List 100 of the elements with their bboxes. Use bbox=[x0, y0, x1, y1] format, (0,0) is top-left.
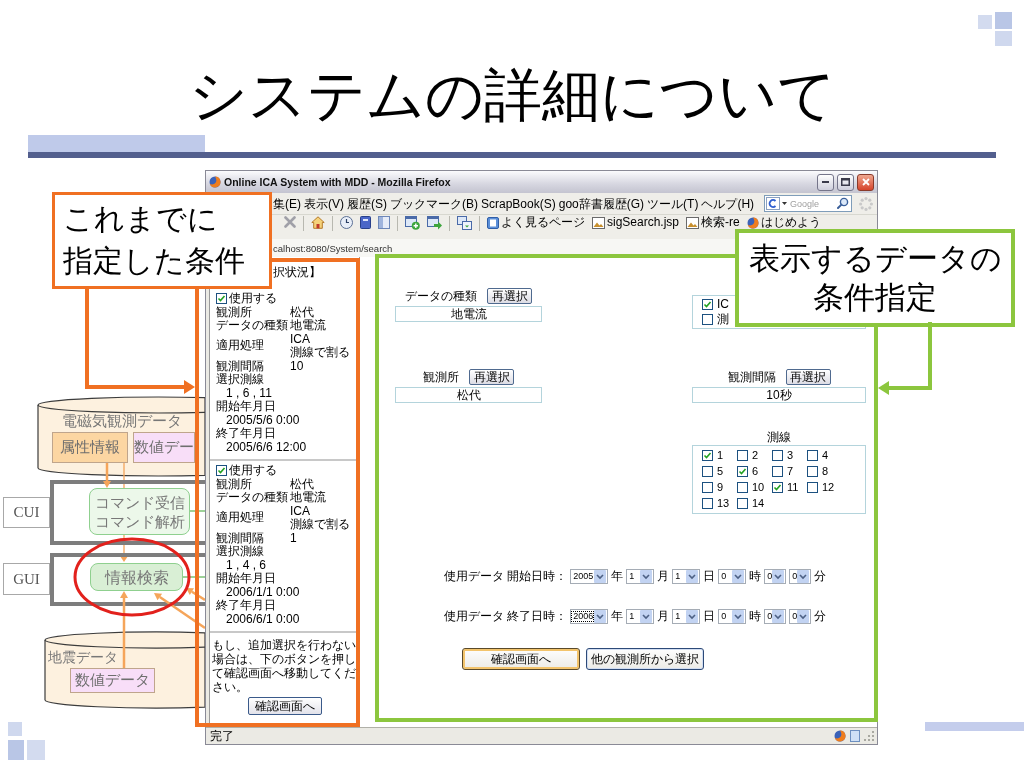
reselect-button[interactable]: 再選択 bbox=[469, 369, 514, 385]
field-value: ICA bbox=[290, 332, 311, 346]
select-field[interactable]: 0 bbox=[764, 608, 787, 624]
checkbox[interactable] bbox=[737, 450, 748, 461]
window-plus-icon[interactable] bbox=[405, 216, 420, 230]
menu-item[interactable]: 集(E) bbox=[273, 196, 301, 211]
module-block: コマンド受信コマンド解析 bbox=[89, 488, 190, 535]
minimize-button[interactable] bbox=[817, 173, 834, 191]
checkbox-label: 使用する bbox=[229, 464, 277, 478]
spinner-icon bbox=[859, 196, 873, 211]
checkbox[interactable] bbox=[807, 466, 818, 477]
unit-label: 分 bbox=[814, 607, 827, 625]
select-field[interactable]: 0 bbox=[718, 608, 747, 624]
checkbox-label: 9 bbox=[717, 480, 724, 495]
book-icon[interactable] bbox=[360, 216, 371, 229]
select-field[interactable]: 2006 bbox=[570, 608, 609, 624]
checkbox[interactable] bbox=[772, 482, 783, 493]
unit-label: 時 bbox=[749, 607, 762, 625]
select-field[interactable]: 0 bbox=[718, 568, 747, 584]
select-field[interactable]: 2005 bbox=[570, 568, 609, 584]
resize-grip-icon[interactable] bbox=[864, 731, 874, 741]
checkbox[interactable] bbox=[772, 450, 783, 461]
field-label: 適用処理 bbox=[216, 511, 265, 525]
select-field[interactable]: 0 bbox=[789, 568, 812, 584]
menu-item[interactable]: ブックマーク(B) bbox=[390, 196, 478, 211]
field-value: 2005/6/6 12:00 bbox=[226, 439, 307, 454]
field-label: データの種類 bbox=[216, 491, 289, 505]
menu-item[interactable]: ツール(T) bbox=[647, 196, 699, 211]
field-label: 選択測線 bbox=[216, 544, 264, 558]
checkbox-label: 2 bbox=[752, 448, 759, 463]
checkbox[interactable] bbox=[807, 450, 818, 461]
field-label: 観測間隔 bbox=[727, 368, 776, 386]
maximize-icon bbox=[841, 178, 850, 186]
field-value: 1 , 6 , 11 bbox=[226, 385, 272, 400]
checkbox[interactable] bbox=[216, 465, 227, 477]
bookmark-item[interactable]: 検索-re bbox=[686, 216, 740, 229]
bookmark-item[interactable]: sigSearch.jsp bbox=[592, 216, 680, 229]
checkbox[interactable] bbox=[807, 482, 818, 493]
confirm-button[interactable]: 確認画面へ bbox=[247, 697, 322, 715]
search-icon[interactable] bbox=[837, 197, 849, 209]
checkbox[interactable] bbox=[216, 293, 227, 305]
panel-icon[interactable] bbox=[378, 216, 390, 229]
select-field[interactable]: 1 bbox=[672, 568, 701, 584]
checkbox[interactable] bbox=[737, 466, 748, 477]
reselect-button[interactable]: 再選択 bbox=[785, 369, 831, 385]
select-field[interactable]: 0 bbox=[764, 568, 787, 584]
bookmark-item[interactable]: よく見るページ bbox=[487, 216, 585, 229]
field-label: 適用処理 bbox=[216, 339, 265, 353]
checkbox[interactable] bbox=[702, 450, 713, 461]
close-icon bbox=[861, 178, 870, 186]
panel-heading: 択状況】 bbox=[273, 265, 321, 279]
checkbox-label: 12 bbox=[822, 480, 835, 495]
menu-item[interactable]: goo辞書履歴(G) bbox=[558, 196, 645, 211]
menu-item[interactable]: 表示(V) bbox=[304, 196, 344, 211]
picture-icon bbox=[592, 216, 605, 229]
value-display: 地電流 bbox=[395, 306, 542, 322]
value-display: 10秒 bbox=[692, 387, 866, 403]
field-label: データの種類 bbox=[405, 287, 477, 305]
bookmark-item[interactable]: はじめよう bbox=[746, 216, 821, 229]
menu-item[interactable]: ヘルプ(H) bbox=[701, 196, 755, 211]
caret-icon[interactable] bbox=[782, 202, 787, 205]
checkbox[interactable] bbox=[702, 466, 713, 477]
status-text: 完了 bbox=[210, 729, 234, 743]
field-label: 選択測線 bbox=[216, 372, 264, 386]
globe-icon[interactable] bbox=[834, 730, 846, 742]
database-label: 地震データ bbox=[48, 649, 118, 665]
select-field[interactable]: 1 bbox=[672, 608, 701, 624]
field-value: 1 , 4 , 6 bbox=[226, 557, 267, 572]
reselect-button[interactable]: 再選択 bbox=[487, 288, 532, 304]
clock-icon[interactable] bbox=[340, 216, 353, 229]
field-label: 終了年月日 bbox=[216, 426, 276, 440]
callout-text: 表示するデータの bbox=[748, 241, 1002, 276]
field-label: データの種類 bbox=[216, 319, 289, 333]
checkbox-label: 8 bbox=[822, 464, 829, 479]
search-engine-icon[interactable] bbox=[766, 197, 780, 210]
checkbox[interactable] bbox=[737, 482, 748, 493]
window-swap-icon[interactable] bbox=[457, 216, 472, 230]
select-field[interactable]: 0 bbox=[789, 608, 812, 624]
checkbox[interactable] bbox=[702, 299, 713, 310]
checkbox[interactable] bbox=[702, 498, 713, 509]
menu-item[interactable]: 履歴(S) bbox=[347, 196, 387, 211]
select-field[interactable]: 1 bbox=[626, 568, 655, 584]
maximize-button[interactable] bbox=[837, 173, 854, 191]
select-field[interactable]: 1 bbox=[626, 608, 655, 624]
checkbox[interactable] bbox=[702, 482, 713, 493]
checkbox[interactable] bbox=[737, 498, 748, 509]
minimize-icon bbox=[822, 181, 829, 183]
close-button[interactable] bbox=[857, 173, 874, 191]
form-button[interactable]: 確認画面へ bbox=[462, 648, 580, 670]
checkbox[interactable] bbox=[702, 314, 713, 325]
url-text[interactable]: calhost:8080/System/search bbox=[273, 243, 393, 254]
unit-label: 月 bbox=[657, 607, 670, 625]
form-button[interactable]: 他の観測所から選択 bbox=[586, 648, 704, 670]
connector-line bbox=[189, 510, 205, 512]
corner-ornament-drawing bbox=[8, 722, 45, 760]
checkbox[interactable] bbox=[772, 466, 783, 477]
home-icon[interactable] bbox=[311, 216, 325, 229]
data-block: 属性情報 bbox=[52, 432, 128, 463]
field-value: 地電流 bbox=[290, 491, 327, 505]
menu-item[interactable]: ScrapBook(S) bbox=[481, 196, 556, 211]
